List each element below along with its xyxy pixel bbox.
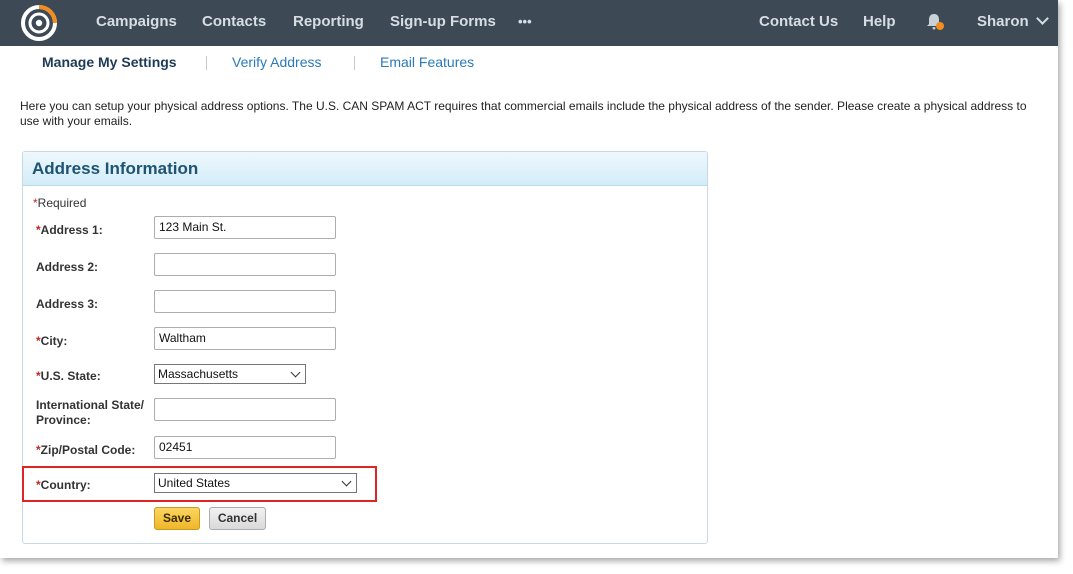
cancel-button[interactable]: Cancel: [209, 507, 266, 530]
address3-label: Address 3:: [36, 297, 99, 311]
panel-title: Address Information: [32, 159, 199, 178]
app-window: Campaigns Contacts Reporting Sign-up For…: [0, 0, 1058, 558]
required-note: *Required: [33, 196, 87, 210]
country-value: United States: [158, 476, 231, 490]
zip-label: *Zip/Postal Code:: [36, 443, 136, 457]
address1-input[interactable]: 123 Main St.: [154, 216, 336, 239]
us-state-label: *U.S. State:: [36, 369, 101, 383]
nav-help[interactable]: Help: [863, 0, 896, 46]
us-state-value: Massachusetts: [158, 367, 239, 381]
address3-input[interactable]: [154, 290, 336, 313]
chevron-down-icon: [341, 476, 352, 487]
address-information-panel: Address Information *Required *Address 1…: [22, 151, 708, 544]
nav-contacts[interactable]: Contacts: [202, 0, 266, 46]
nav-signup-forms[interactable]: Sign-up Forms: [390, 0, 496, 46]
city-label: *City:: [36, 334, 68, 348]
tab-email-features[interactable]: Email Features: [380, 54, 474, 70]
nav-campaigns[interactable]: Campaigns: [96, 0, 177, 46]
city-input[interactable]: Waltham: [154, 327, 336, 350]
zip-input[interactable]: 02451: [154, 436, 336, 459]
nav-contact-us[interactable]: Contact Us: [759, 0, 838, 46]
tab-manage-my-settings[interactable]: Manage My Settings: [42, 54, 177, 70]
user-name: Sharon: [977, 13, 1029, 30]
address1-label: *Address 1:: [36, 223, 103, 237]
top-navigation-bar: Campaigns Contacts Reporting Sign-up For…: [0, 0, 1058, 46]
intl-state-label: International State/Province:: [36, 398, 145, 427]
panel-header: Address Information: [23, 152, 707, 186]
country-select[interactable]: United States: [154, 473, 357, 493]
user-menu[interactable]: Sharon: [977, 0, 1049, 46]
address2-label: Address 2:: [36, 260, 99, 274]
intro-text: Here you can setup your physical address…: [20, 99, 1027, 128]
chevron-down-icon: [1035, 12, 1049, 25]
address2-input[interactable]: [154, 253, 336, 276]
constant-contact-logo-icon[interactable]: [20, 4, 58, 42]
us-state-select[interactable]: Massachusetts: [154, 364, 306, 384]
chevron-down-icon: [290, 367, 301, 378]
intl-state-input[interactable]: [154, 398, 336, 421]
tab-verify-address[interactable]: Verify Address: [232, 54, 322, 70]
country-label: *Country:: [36, 478, 91, 492]
save-button[interactable]: Save: [154, 507, 200, 530]
subnav-divider: [354, 56, 355, 70]
notification-bell-icon[interactable]: [924, 11, 946, 33]
nav-reporting[interactable]: Reporting: [293, 0, 364, 46]
more-menu-icon[interactable]: •••: [518, 0, 532, 46]
subnav-divider: [206, 56, 207, 70]
